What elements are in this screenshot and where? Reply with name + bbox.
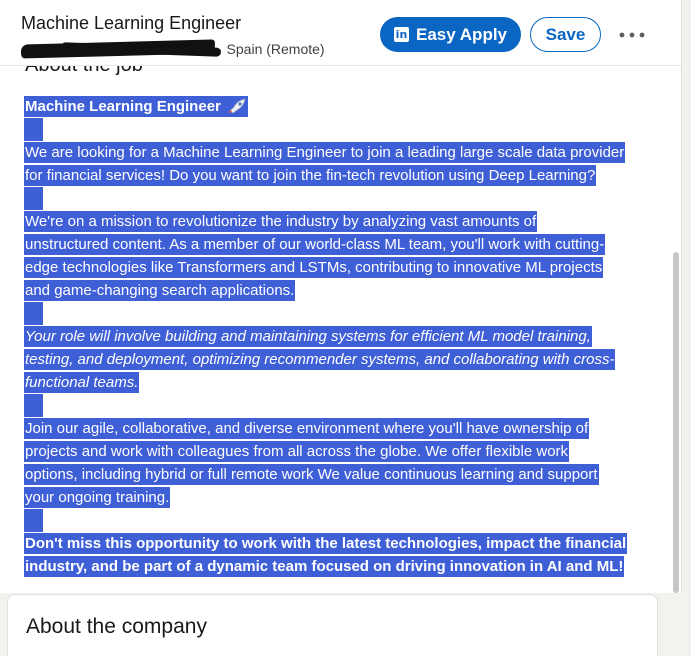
description-paragraph-line: projects and work with colleagues from a… [24,441,570,462]
job-location: · Spain (Remote) [218,41,325,57]
divider [681,0,682,593]
description-paragraph-line: testing, and deployment, optimizing reco… [24,349,616,370]
more-options-button[interactable] [612,19,652,50]
description-paragraph-line: Your role will involve building and main… [24,326,592,347]
job-details-card: About the job Machine Learning Engineer … [0,0,681,593]
description-paragraph-line: Don't miss this opportunity to work with… [24,533,628,554]
description-paragraph-line: your ongoing training. [24,487,171,508]
easy-apply-label: Easy Apply [415,24,508,44]
description-paragraph-line: We're on a mission to revolutionize the … [24,211,538,232]
about-company-card: About the company [7,594,658,656]
sticky-job-header: Machine Learning Engineer · Spain (Remot… [0,0,681,66]
job-title[interactable]: Machine Learning Engineer [21,13,241,34]
description-paragraph-line: edge technologies like Transformers and … [24,257,604,278]
description-paragraph-line: for financial services! Do you want to j… [24,165,597,186]
job-subtitle: · Spain (Remote) [20,39,341,59]
blank-line [24,118,644,141]
description-paragraph-line: and game-changing search applications. [24,280,296,301]
linkedin-logo-icon: in [393,27,409,42]
blank-line [24,302,644,325]
blank-line [24,187,644,210]
blank-line [24,394,644,417]
job-description: Machine Learning Engineer We are looking… [24,95,644,578]
save-button[interactable]: Save [530,17,601,52]
description-paragraph-line: functional teams. [24,372,140,393]
rocket-icon [228,98,246,114]
description-paragraph-line: Join our agile, collaborative, and diver… [24,418,590,439]
blank-line [24,509,644,532]
scrollbar-thumb[interactable] [673,252,679,593]
description-paragraph-line: We are looking for a Machine Learning En… [24,142,626,163]
about-company-heading: About the company [26,615,207,638]
easy-apply-button[interactable]: in Easy Apply [380,17,521,52]
description-paragraph-line: unstructured content. As a member of our… [24,234,606,255]
description-paragraph-line: industry, and be part of a dynamic team … [24,556,625,577]
description-heading: Machine Learning Engineer [24,95,644,118]
ellipsis-horizontal-icon [619,32,645,37]
description-paragraph-line: options, including hybrid or full remote… [24,464,599,485]
